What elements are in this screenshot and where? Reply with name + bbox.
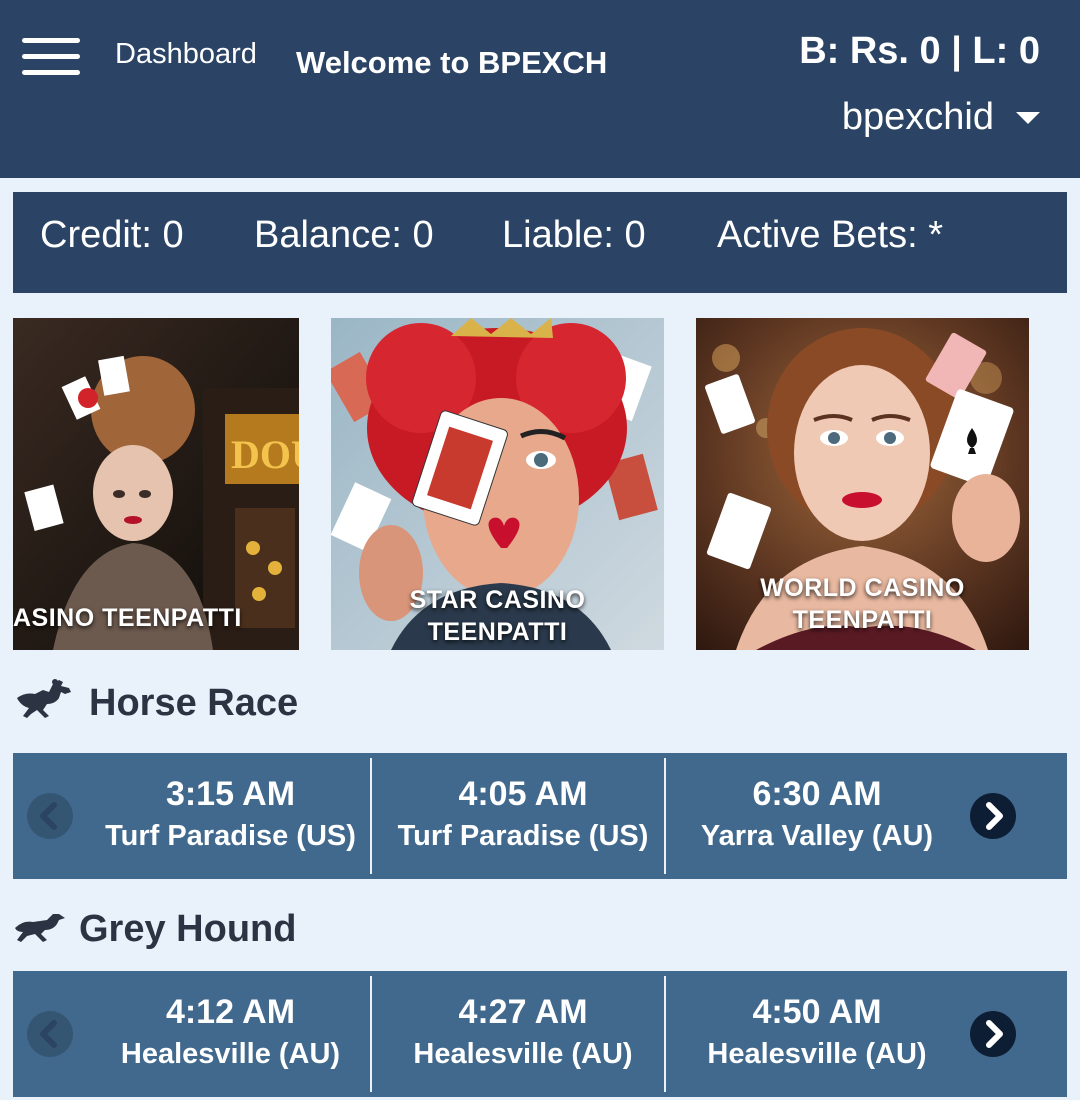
race-item[interactable]: 4:12 AM Healesville (AU) xyxy=(88,971,373,1097)
account-stats-bar: Credit: 0 Balance: 0 Liable: 0 Active Be… xyxy=(13,192,1067,293)
top-navbar: Dashboard Welcome to BPEXCH B: Rs. 0 | L… xyxy=(0,0,1080,178)
section-title-text: Horse Race xyxy=(89,682,299,724)
casino-tile-star-casino-teenpatti[interactable]: STAR CASINO TEENPATTI xyxy=(331,318,664,650)
race-time: 4:12 AM xyxy=(165,993,296,1031)
race-venue: Turf Paradise (US) xyxy=(105,820,356,852)
grey-hound-header: Grey Hound xyxy=(13,900,296,951)
tile-label-line1: STAR CASINO xyxy=(409,586,586,614)
caret-down-icon xyxy=(1016,111,1040,124)
casino-tile-world-casino-teenpatti[interactable]: WORLD CASINO TEENPATTI xyxy=(696,318,1029,650)
balance-liability-summary: B: Rs. 0 | L: 0 xyxy=(799,30,1040,72)
divider xyxy=(664,758,666,874)
carousel-prev-button[interactable] xyxy=(27,1011,73,1057)
tile-label-line1: WORLD CASINO xyxy=(760,574,965,602)
race-venue: Yarra Valley (AU) xyxy=(700,820,934,852)
chevron-right-icon xyxy=(986,1020,1003,1048)
race-venue: Healesville (AU) xyxy=(707,1038,927,1070)
tile-label: ASINO TEENPATTI xyxy=(13,604,242,632)
balance-stat: Balance: 0 xyxy=(254,214,434,256)
divider xyxy=(370,976,372,1092)
casino-tile-image: DOU xyxy=(13,318,299,650)
race-venue: Healesville (AU) xyxy=(413,1038,633,1070)
tile-label: WORLD CASINO TEENPATTI xyxy=(696,572,1029,636)
username-label: bpexchid xyxy=(841,96,994,138)
tile-label: STAR CASINO TEENPATTI xyxy=(331,584,664,648)
greyhound-icon xyxy=(15,913,65,942)
credit-stat: Credit: 0 xyxy=(40,214,184,256)
race-venue: Turf Paradise (US) xyxy=(397,820,649,852)
liable-stat: Liable: 0 xyxy=(502,214,646,256)
horse-race-header: Horse Race xyxy=(13,670,298,725)
tile-label-line2: TEENPATTI xyxy=(792,606,933,634)
race-item[interactable]: 6:30 AM Yarra Valley (AU) xyxy=(670,753,964,879)
chevron-left-icon xyxy=(40,1020,57,1048)
divider xyxy=(370,758,372,874)
race-time: 3:15 AM xyxy=(165,775,296,813)
grey-hound-strip: 4:12 AM Healesville (AU) 4:27 AM Healesv… xyxy=(13,971,1067,1097)
race-time: 4:50 AM xyxy=(752,993,882,1031)
carousel-prev-button[interactable] xyxy=(27,793,73,839)
chevron-right-icon xyxy=(986,802,1003,830)
horse-racing-icon xyxy=(17,678,71,718)
race-time: 4:27 AM xyxy=(458,993,588,1031)
race-time: 6:30 AM xyxy=(752,775,882,813)
welcome-title: Welcome to BPEXCH xyxy=(296,45,608,80)
section-title-text: Grey Hound xyxy=(79,908,297,950)
race-item[interactable]: 4:27 AM Healesville (AU) xyxy=(376,971,670,1097)
race-venue: Healesville (AU) xyxy=(120,1038,341,1070)
active-bets-stat[interactable]: Active Bets: * xyxy=(717,214,943,257)
race-item[interactable]: 3:15 AM Turf Paradise (US) xyxy=(88,753,373,879)
divider xyxy=(664,976,666,1092)
chevron-left-icon xyxy=(40,802,57,830)
casino-tile-teenpatti[interactable]: DOU ASINO TEENPATTI xyxy=(13,318,299,650)
race-item[interactable]: 4:50 AM Healesville (AU) xyxy=(670,971,964,1097)
hamburger-menu-icon[interactable] xyxy=(22,38,82,78)
carousel-next-button[interactable] xyxy=(970,1011,1016,1057)
tile-label-line2: TEENPATTI xyxy=(427,618,568,646)
user-dropdown[interactable]: bpexchid xyxy=(842,96,1040,139)
horse-race-strip: 3:15 AM Turf Paradise (US) 4:05 AM Turf … xyxy=(13,753,1067,879)
carousel-next-button[interactable] xyxy=(970,793,1016,839)
svg-text:DOU: DOU xyxy=(231,432,299,477)
race-time: 4:05 AM xyxy=(458,775,588,813)
dashboard-link[interactable]: Dashboard xyxy=(115,38,257,71)
race-item[interactable]: 4:05 AM Turf Paradise (US) xyxy=(376,753,670,879)
